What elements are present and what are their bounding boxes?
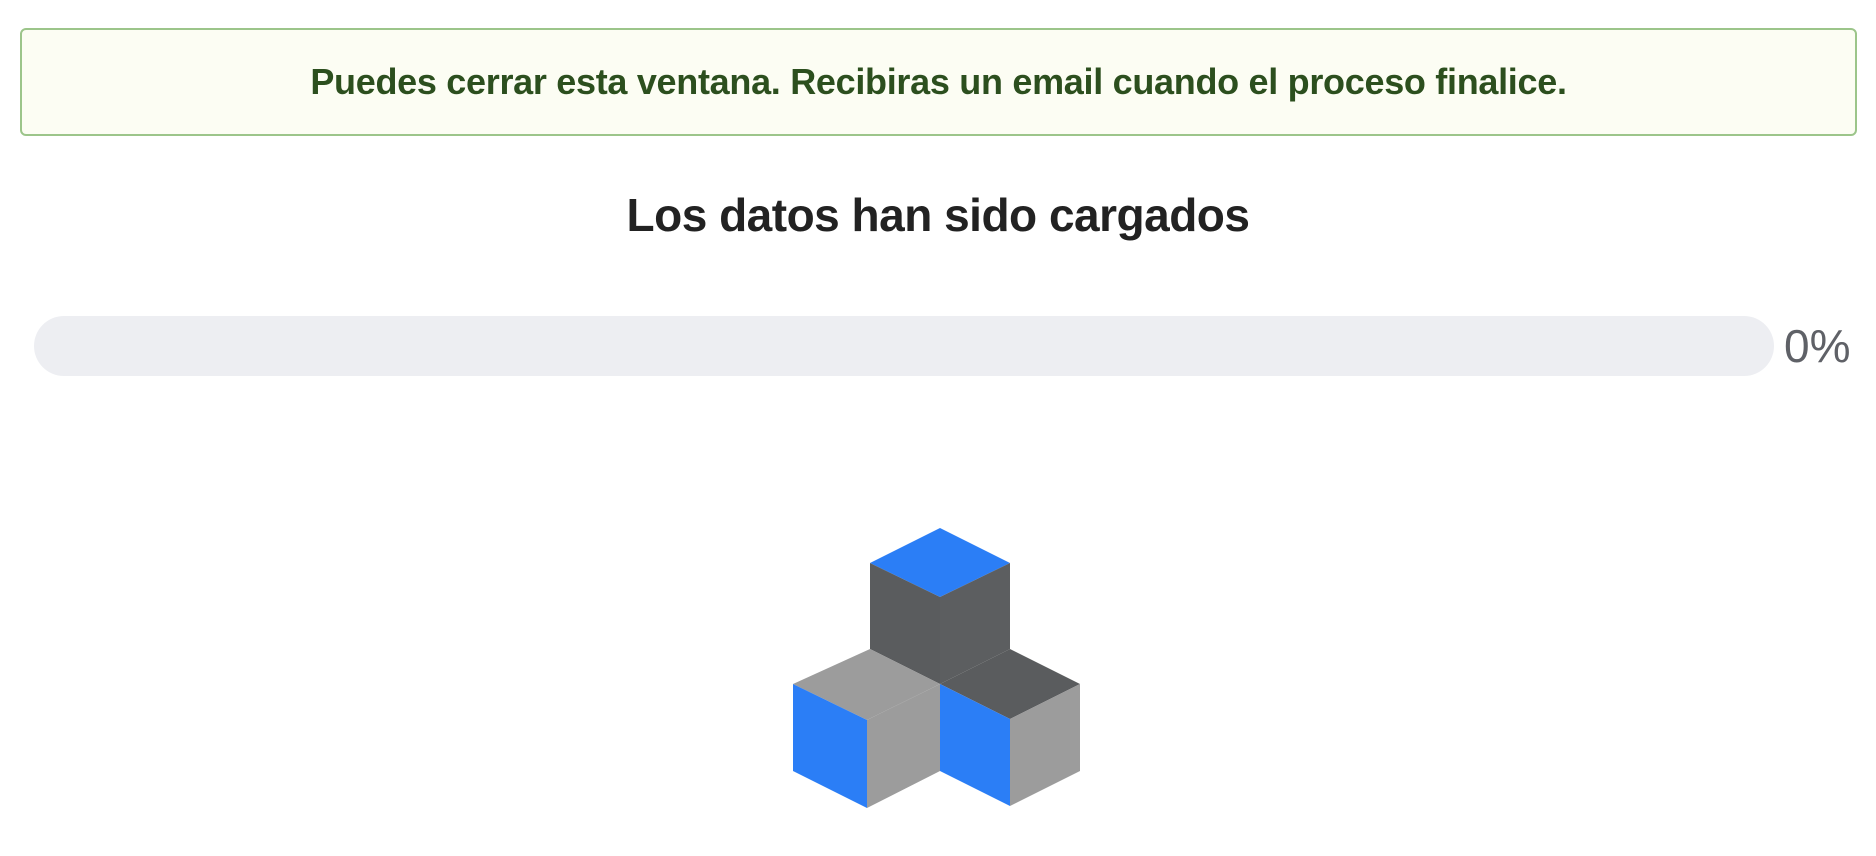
stacked-cubes-loader-icon	[780, 520, 1100, 820]
status-title: Los datos han sido cargados	[626, 189, 1250, 241]
info-alert-message: Puedes cerrar esta ventana. Recibiras un…	[310, 61, 1567, 102]
progress-percent-label: 0%	[1784, 320, 1851, 372]
info-alert: Puedes cerrar esta ventana. Recibiras un…	[20, 28, 1857, 136]
progress-bar	[34, 316, 1774, 376]
